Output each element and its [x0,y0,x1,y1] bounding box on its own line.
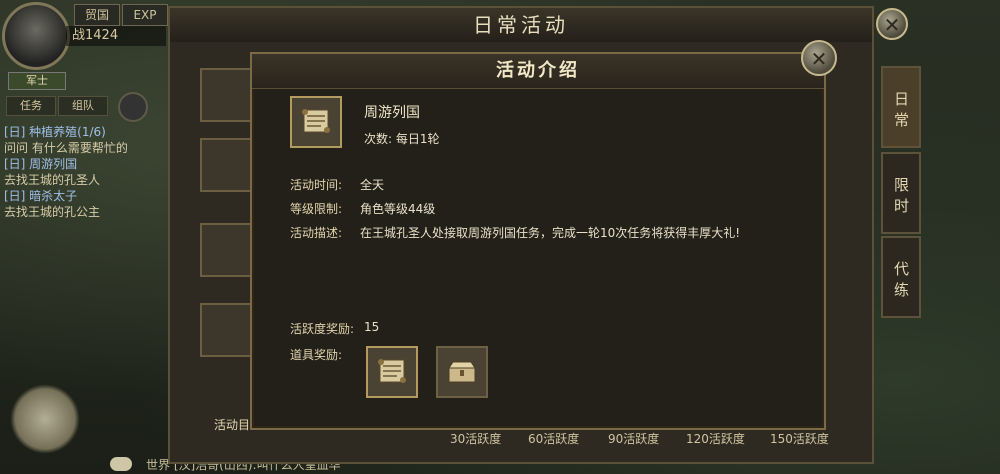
task-list: [日] 种植养殖(1/6) 问问 有什么需要帮忙的 [日] 周游列国 去找王城的… [4,124,154,220]
milestone-60[interactable]: 60活跃度 [528,430,579,447]
desc-value: 在王城孔圣人处接取周游列国任务，完成一轮10次任务将获得丰厚大礼! [360,226,741,240]
task-body[interactable]: 去找王城的孔公主 [4,204,154,220]
toggle-button[interactable] [118,92,148,122]
milestone-150[interactable]: 150活跃度 [770,430,829,447]
task-body[interactable]: 问问 有什么需要帮忙的 [4,140,154,156]
chat-icon[interactable] [110,457,132,471]
milestone-90[interactable]: 90活跃度 [608,430,659,447]
tab-proxy[interactable]: 代练 [881,236,921,318]
milestone-30[interactable]: 30活跃度 [450,430,501,447]
task-body[interactable]: 去找王城的孔圣人 [4,172,154,188]
top-button-country[interactable]: 贸国 [74,4,120,26]
item-times: 次数: 每日1轮 [364,132,440,146]
game-logo [10,384,80,454]
task-head[interactable]: [日] 种植养殖(1/6) [4,124,154,140]
task-head[interactable]: [日] 周游列国 [4,156,154,172]
activity-list-item[interactable] [200,223,254,277]
level-value: 角色等级44级 [360,202,436,216]
rank-badge: 军士 [8,72,66,90]
item-name: 周游列国 [364,105,420,121]
activity-list-item[interactable] [200,68,254,122]
activity-intro-panel: 活动介绍 周游列国 次数: 每日1轮 活动时间: 全天 等级限制: 角色等级44… [250,52,826,430]
intro-close-button[interactable]: ✕ [801,40,837,76]
milestone-120[interactable]: 120活跃度 [686,430,745,447]
time-value: 全天 [360,178,385,192]
daily-close-button[interactable]: ✕ [876,8,908,40]
reward-scroll-icon[interactable] [366,346,418,398]
intro-title: 活动介绍 [252,54,824,89]
daily-window-title: 日常活动 [170,8,872,42]
task-tab[interactable]: 任务 [6,96,56,116]
tab-daily[interactable]: 日常 [881,66,921,148]
activity-reward-value: 15 [364,320,380,334]
tab-limited[interactable]: 限时 [881,152,921,234]
level-label: 等级限制: [290,202,343,216]
desc-label: 活动描述: [290,226,343,240]
top-button-exp[interactable]: EXP [122,4,168,26]
activity-reward-label: 活跃度奖励: [290,322,355,336]
combat-power: 战1424 [66,26,166,46]
activity-milestones: 30活跃度 60活跃度 90活跃度 120活跃度 150活跃度 [210,430,870,452]
team-tab[interactable]: 组队 [58,96,108,116]
task-head[interactable]: [日] 暗杀太子 [4,188,154,204]
scroll-icon [290,96,342,148]
item-reward-label: 道具奖励: [290,348,343,362]
time-label: 活动时间: [290,178,343,192]
activity-list-item[interactable] [200,138,254,192]
player-avatar[interactable] [2,2,70,70]
activity-list-item[interactable] [200,303,254,357]
reward-chest-icon[interactable] [436,346,488,398]
